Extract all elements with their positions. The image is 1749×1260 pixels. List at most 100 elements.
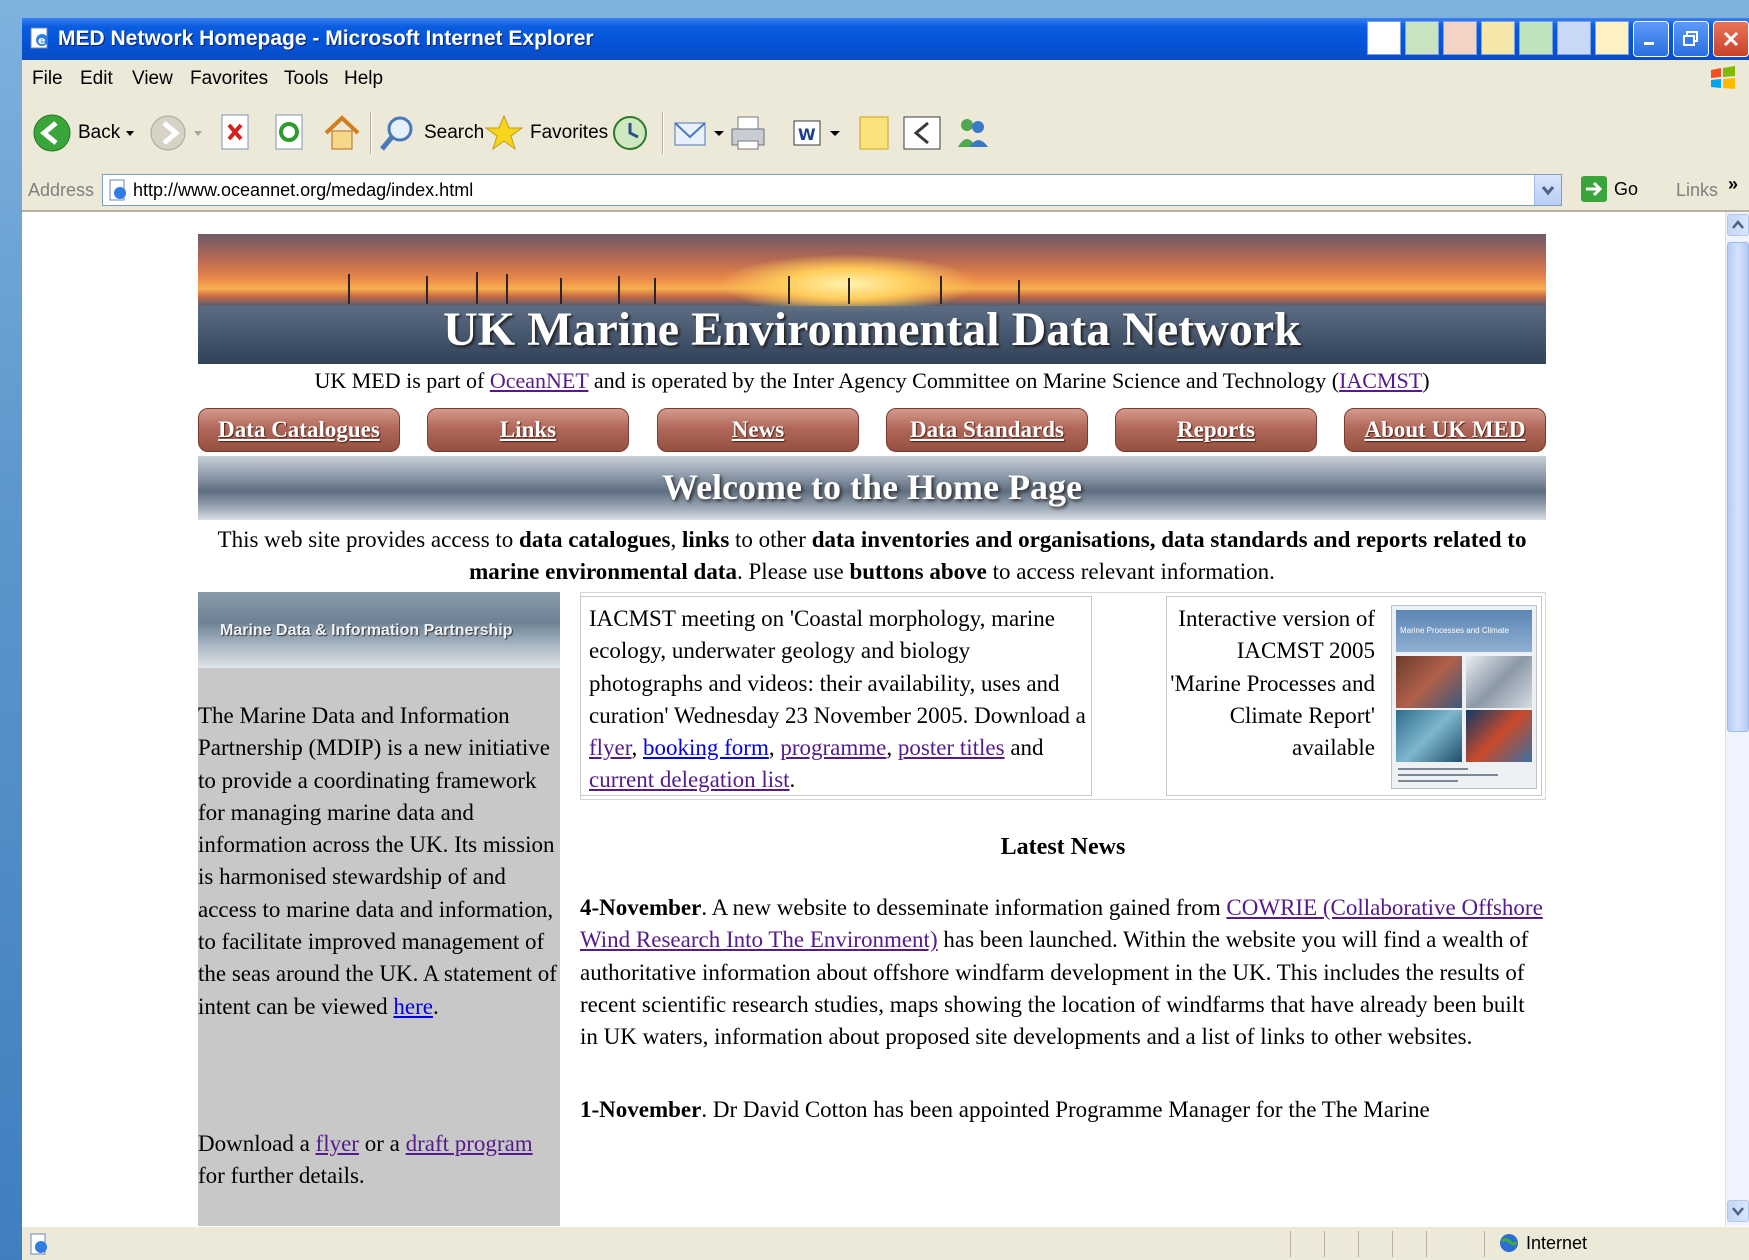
edit-button[interactable]: W <box>788 108 842 158</box>
word-edit-icon: W <box>793 120 821 146</box>
mdip-sidebar: Marine Data & Information Partnership Th… <box>198 592 560 1226</box>
links-chevron[interactable]: » <box>1728 174 1738 195</box>
address-input[interactable]: http://www.oceannet.org/medag/index.html <box>102 174 1562 206</box>
refresh-icon <box>275 114 303 150</box>
security-zone: Internet <box>1498 1232 1587 1254</box>
home-button[interactable] <box>322 108 362 158</box>
back-button[interactable]: Back <box>32 108 140 158</box>
vertical-scrollbar[interactable] <box>1725 212 1749 1226</box>
minimize-button[interactable] <box>1633 21 1669 57</box>
menu-edit[interactable]: Edit <box>80 68 113 90</box>
report-announcement: Interactive version of IACMST 2005 'Mari… <box>1166 596 1542 796</box>
title-bar: e MED Network Homepage - Microsoft Inter… <box>22 18 1749 60</box>
app-icon[interactable] <box>1367 21 1401 55</box>
app-icon[interactable] <box>1443 21 1477 55</box>
nav-links[interactable]: Links <box>427 408 629 452</box>
booking-form-link[interactable]: booking form <box>643 735 769 760</box>
menu-file[interactable]: File <box>32 68 63 90</box>
oceannet-link[interactable]: OceanNET <box>490 368 589 393</box>
nav-reports[interactable]: Reports <box>1115 408 1317 452</box>
svg-text:W: W <box>798 125 816 144</box>
messenger-button[interactable] <box>952 108 992 158</box>
main-nav: Data Catalogues Links News Data Standard… <box>198 408 1546 454</box>
dropdown-arrow-icon <box>830 131 840 136</box>
stop-icon <box>221 114 249 150</box>
scroll-down-button[interactable] <box>1727 1200 1749 1222</box>
discuss-button[interactable] <box>854 108 894 158</box>
statement-of-intent-link[interactable]: here <box>393 994 433 1019</box>
stop-button[interactable] <box>218 108 254 158</box>
home-icon <box>324 115 360 150</box>
forward-button[interactable] <box>148 108 208 158</box>
draft-program-link[interactable]: draft program <box>406 1131 533 1156</box>
close-button[interactable] <box>1713 21 1749 57</box>
report-cover-image[interactable]: Marine Processes and Climate <box>1391 605 1537 789</box>
print-button[interactable] <box>728 108 768 158</box>
svg-text:e: e <box>38 34 45 47</box>
menu-view[interactable]: View <box>132 68 173 90</box>
address-dropdown-button[interactable] <box>1534 175 1561 205</box>
nav-data-catalogues[interactable]: Data Catalogues <box>198 408 400 452</box>
chevron-down-icon <box>1732 1207 1744 1216</box>
note-icon <box>859 116 889 150</box>
menu-help[interactable]: Help <box>344 68 383 90</box>
chevron-up-icon <box>1732 220 1744 229</box>
links-toolbar-label[interactable]: Links <box>1676 180 1718 201</box>
app-icon[interactable] <box>1405 21 1439 55</box>
mdip-banner-text: Marine Data & Information Partnership <box>220 622 513 639</box>
nav-news[interactable]: News <box>657 408 859 452</box>
excel-icon[interactable] <box>1519 21 1553 55</box>
history-icon <box>613 116 647 150</box>
page-viewport: UK Marine Environmental Data Network UK … <box>22 212 1725 1226</box>
cover-photo <box>1396 710 1462 762</box>
restore-button[interactable] <box>1673 21 1709 57</box>
forward-arrow-icon <box>150 115 186 151</box>
report-text: Interactive version of IACMST 2005 'Mari… <box>1170 606 1375 761</box>
delegation-list-link[interactable]: current delegation list <box>589 767 790 792</box>
windows-logo-icon <box>1711 66 1735 89</box>
latest-news-heading: Latest News <box>1000 834 1126 860</box>
history-button[interactable] <box>610 108 650 158</box>
address-url: http://www.oceannet.org/medag/index.html <box>133 180 474 200</box>
mdip-flyer-link[interactable]: flyer <box>316 1131 359 1156</box>
welcome-title: Welcome to the Home Page <box>662 467 1082 507</box>
search-icon <box>380 116 413 151</box>
meeting-flyer-link[interactable]: flyer <box>589 735 632 760</box>
nav-data-standards[interactable]: Data Standards <box>886 408 1088 452</box>
poster-titles-link[interactable]: poster titles <box>898 735 1005 760</box>
print-icon <box>731 116 765 150</box>
scroll-up-button[interactable] <box>1727 214 1749 236</box>
iacmst-link[interactable]: IACMST <box>1339 368 1422 393</box>
meeting-announcement: IACMST meeting on 'Coastal morphology, m… <box>580 596 1092 796</box>
quick-launch-icons <box>1367 21 1629 55</box>
menu-favorites[interactable]: Favorites <box>190 68 268 90</box>
operator-line: UK MED is part of OceanNET and is operat… <box>314 368 1430 393</box>
app-icon[interactable] <box>1481 21 1515 55</box>
report-cover-title: Marine Processes and Climate <box>1400 626 1509 635</box>
dropdown-arrow-icon <box>126 131 135 136</box>
nav-about-uk-med[interactable]: About UK MED <box>1344 408 1546 452</box>
go-button[interactable]: Go <box>1580 174 1638 204</box>
refresh-button[interactable] <box>272 108 308 158</box>
search-button[interactable]: Search <box>378 108 484 158</box>
mdip-downloads: Download a flyer or a draft program for … <box>198 1131 533 1189</box>
dropdown-arrow-icon <box>714 131 724 136</box>
page-icon <box>109 179 126 201</box>
mdip-banner-image[interactable]: Marine Data & Information Partnership <box>198 592 560 668</box>
site-banner: UK Marine Environmental Data Network <box>198 234 1546 364</box>
news-date: 4-November <box>580 895 702 920</box>
menu-bar: File Edit View Favorites Tools Help <box>22 60 1749 99</box>
mail-button[interactable] <box>672 108 726 158</box>
word-icon[interactable] <box>1557 21 1591 55</box>
scrollbar-thumb[interactable] <box>1727 242 1749 732</box>
news-date: 1-November <box>580 1097 702 1122</box>
window-title: MED Network Homepage - Microsoft Interne… <box>58 27 594 50</box>
programme-link[interactable]: programme <box>780 735 886 760</box>
go-arrow-icon <box>1581 176 1607 202</box>
app-icon[interactable] <box>1595 21 1629 55</box>
address-label: Address <box>28 180 95 200</box>
standard-toolbar: Back Search Favorites W <box>22 98 1749 171</box>
research-button[interactable] <box>902 108 942 158</box>
menu-tools[interactable]: Tools <box>284 68 328 90</box>
favorites-button[interactable]: Favorites <box>484 108 608 158</box>
